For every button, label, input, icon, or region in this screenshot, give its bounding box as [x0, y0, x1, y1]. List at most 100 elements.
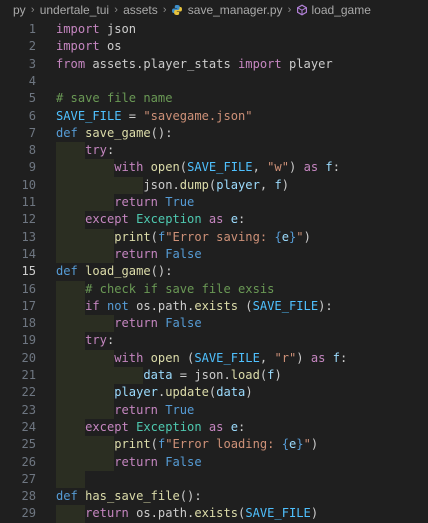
code-token: has_save_file: [85, 489, 180, 504]
code-token: ():: [179, 489, 202, 504]
code-line[interactable]: 11 return True: [0, 194, 428, 211]
code-line[interactable]: 27: [0, 471, 428, 488]
code-line[interactable]: 4: [0, 73, 428, 90]
code-text: if not os.path.exists (SAVE_FILE):: [56, 298, 333, 315]
python-file-icon: [171, 5, 182, 15]
code-line[interactable]: 15 def load_game():: [0, 263, 428, 280]
code-line[interactable]: 10 json.dump(player, f): [0, 177, 428, 194]
code-token: ):: [318, 298, 333, 313]
code-text: try:: [56, 142, 114, 159]
code-line[interactable]: 17 if not os.path.exists (SAVE_FILE):: [0, 298, 428, 315]
code-token: (: [150, 437, 158, 452]
code-text: SAVE_FILE = "savegame.json": [56, 108, 253, 125]
line-number: 3: [28, 56, 36, 71]
code-line[interactable]: 5 # save file name: [0, 90, 428, 107]
code-text: # save file name: [56, 90, 173, 107]
code-line[interactable]: 8 try:: [0, 142, 428, 159]
code-line[interactable]: 28 def has_save_file():: [0, 488, 428, 505]
code-line[interactable]: 22 player.update(data): [0, 384, 428, 401]
breadcrumb-item-py[interactable]: py: [0, 3, 27, 17]
code-token: try: [85, 143, 107, 158]
code-line[interactable]: 29 return os.path.exists(SAVE_FILE): [0, 505, 428, 522]
code-line[interactable]: 21 data = json.load(f): [0, 367, 428, 384]
code-token: ": [303, 437, 311, 452]
code-line[interactable]: 24 except Exception as e:: [0, 419, 428, 436]
code-token: ,: [252, 160, 268, 175]
code-token: except: [85, 212, 129, 227]
code-token: save_game: [85, 125, 151, 140]
code-line[interactable]: 18 return False: [0, 315, 428, 332]
line-number: 16: [21, 281, 36, 296]
code-token: as: [208, 419, 224, 434]
line-number: 24: [21, 419, 36, 434]
line-number: 8: [28, 143, 36, 158]
code-line[interactable]: 19 try:: [0, 332, 428, 349]
code-editor[interactable]: 1 import json 2 import os 3 from assets.playe…: [0, 20, 428, 523]
code-token: {: [274, 229, 282, 244]
code-token: Exception: [136, 212, 202, 227]
line-number: 1: [28, 22, 36, 36]
code-line[interactable]: 6 SAVE_FILE = "savegame.json": [0, 108, 428, 125]
code-line[interactable]: 12 except Exception as e:: [0, 211, 428, 228]
code-token: :: [106, 143, 115, 158]
code-text: with open(SAVE_FILE, "w") as f:: [56, 159, 340, 176]
code-token: "w": [267, 160, 289, 175]
code-line[interactable]: 13 print(f"Error saving: {e}"): [0, 229, 428, 246]
code-token: ,: [259, 177, 275, 192]
code-token: return: [114, 316, 158, 331]
code-text: data = json.load(f): [56, 367, 281, 384]
line-number: 19: [21, 333, 36, 348]
code-line[interactable]: 26 return False: [0, 454, 428, 471]
breadcrumb-item-assets[interactable]: assets: [122, 3, 159, 17]
code-token: e: [281, 229, 289, 244]
line-number: 21: [21, 368, 36, 382]
code-token: "savegame.json": [143, 108, 253, 123]
line-number: 26: [21, 454, 36, 469]
code-text: return True: [56, 402, 194, 419]
code-text: except Exception as e:: [56, 211, 245, 228]
code-token: dump: [179, 177, 209, 192]
code-token: def: [56, 489, 78, 504]
code-line[interactable]: 2 import os: [0, 38, 428, 55]
code-line[interactable]: 3 from assets.player_stats import player: [0, 56, 428, 73]
code-line[interactable]: 9 with open(SAVE_FILE, "w") as f:: [0, 159, 428, 176]
line-number: 20: [21, 350, 36, 365]
code-text: player.update(data): [56, 384, 252, 401]
code-token: ): [296, 350, 311, 365]
code-text: # check if save file exsis: [56, 281, 274, 298]
code-line[interactable]: 1 import json: [0, 21, 428, 38]
code-token: "Error loading:: [165, 437, 282, 452]
function-symbol-icon: [296, 4, 307, 16]
code-text: print(f"Error loading: {e}"): [56, 436, 318, 453]
code-line[interactable]: 25 print(f"Error loading: {e}"): [0, 436, 428, 453]
code-text: with open (SAVE_FILE, "r") as f:: [56, 350, 347, 367]
code-token: exists: [194, 298, 239, 313]
code-line[interactable]: 16 # check if save file exsis: [0, 281, 428, 298]
code-token: True: [165, 195, 195, 209]
code-line[interactable]: 7 def save_game():: [0, 125, 428, 142]
code-token: from: [56, 56, 86, 71]
code-token: except: [85, 419, 129, 434]
code-line[interactable]: 20 with open (SAVE_FILE, "r") as f:: [0, 350, 428, 367]
code-token: not: [106, 298, 129, 313]
line-number: 14: [21, 246, 36, 261]
line-number: 22: [21, 385, 36, 400]
code-token: f: [332, 350, 340, 365]
code-line[interactable]: 14 return False: [0, 246, 428, 263]
code-token: ():: [150, 125, 173, 140]
code-line[interactable]: 23 return True: [0, 402, 428, 419]
code-token: :: [339, 350, 348, 365]
code-text: def load_game():: [56, 263, 173, 280]
breadcrumb-item-symbol[interactable]: load_game: [311, 3, 372, 17]
code-token: "r": [274, 350, 297, 365]
breadcrumb-item-file[interactable]: save_manager.py: [187, 3, 284, 17]
breadcrumb-item-undertale-tui[interactable]: undertale_tui: [39, 3, 110, 17]
